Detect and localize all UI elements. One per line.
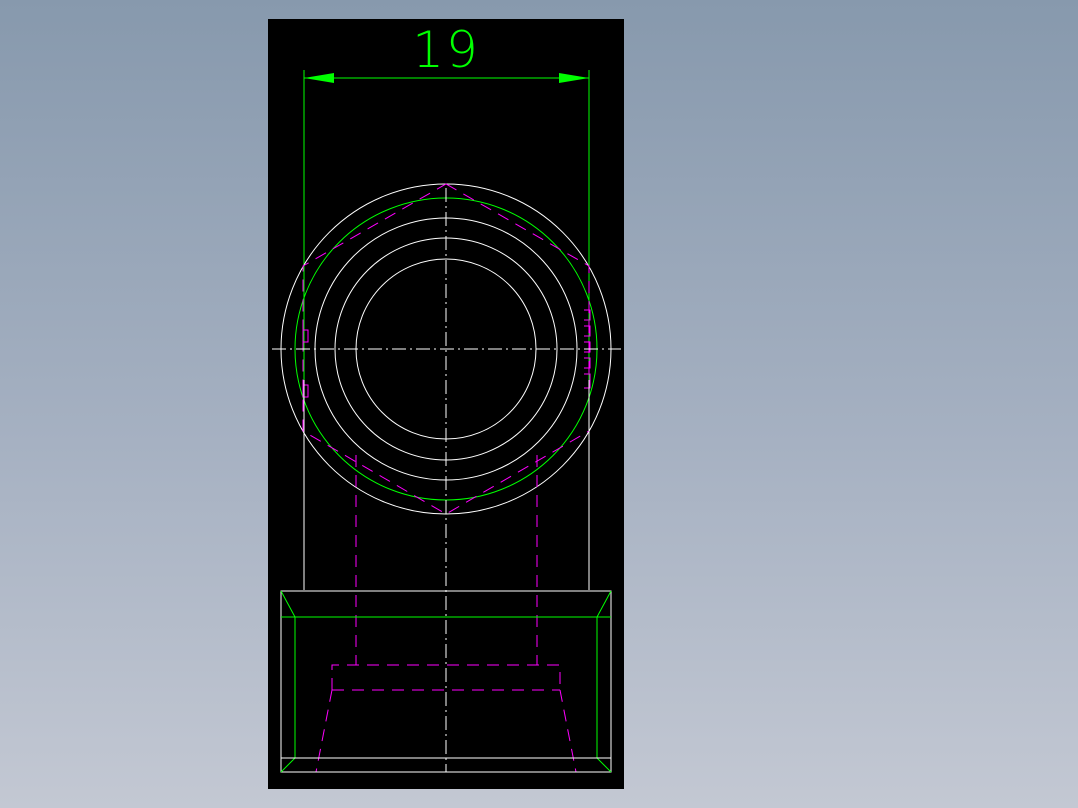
hidden-taper-right xyxy=(559,689,577,773)
center-lines xyxy=(272,188,621,772)
chamfer-tl xyxy=(280,590,296,618)
chamfer-tr xyxy=(596,590,612,618)
chamfer-br xyxy=(596,757,612,773)
dimension-text: 19 xyxy=(412,21,480,79)
dimension-arrow-right xyxy=(559,73,589,83)
chamfer-bl xyxy=(280,757,296,773)
dimension-arrow-left xyxy=(304,73,334,83)
cad-drawing: 19 xyxy=(272,21,621,773)
hidden-taper-left xyxy=(315,689,333,773)
